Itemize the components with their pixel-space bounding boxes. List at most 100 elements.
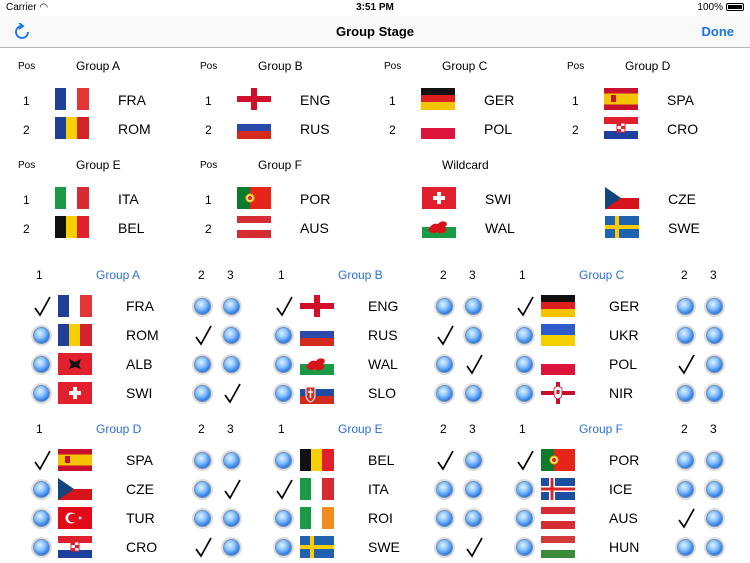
position-radio-button[interactable] xyxy=(436,481,453,498)
checkmark-icon[interactable] xyxy=(194,325,214,347)
position-radio-button[interactable] xyxy=(465,510,482,527)
position-radio-button[interactable] xyxy=(275,539,292,556)
team-code: CZE xyxy=(126,481,154,497)
position-radio-button[interactable] xyxy=(194,385,211,402)
summary-position: 1 xyxy=(23,94,30,108)
position-radio-button[interactable] xyxy=(677,327,694,344)
checkmark-icon[interactable] xyxy=(33,296,53,318)
pos-column-2-header: 2 xyxy=(681,268,688,282)
position-radio-button[interactable] xyxy=(223,452,240,469)
ita-flag-icon xyxy=(55,187,89,209)
position-radio-button[interactable] xyxy=(275,356,292,373)
position-radio-button[interactable] xyxy=(33,539,50,556)
checkmark-icon[interactable] xyxy=(275,296,295,318)
position-radio-button[interactable] xyxy=(706,298,723,315)
position-radio-button[interactable] xyxy=(436,385,453,402)
ger-flag-icon xyxy=(421,88,455,110)
position-radio-button[interactable] xyxy=(275,452,292,469)
checkmark-icon[interactable] xyxy=(275,479,295,501)
position-radio-button[interactable] xyxy=(275,327,292,344)
position-radio-button[interactable] xyxy=(677,452,694,469)
tur-flag-icon xyxy=(58,507,92,529)
pos-column-1-header: 1 xyxy=(519,268,526,282)
summary-position: 2 xyxy=(389,123,396,137)
position-radio-button[interactable] xyxy=(275,385,292,402)
checkmark-icon[interactable] xyxy=(194,537,214,559)
bel-flag-icon xyxy=(300,449,334,471)
done-button[interactable]: Done xyxy=(702,24,735,39)
position-radio-button[interactable] xyxy=(436,510,453,527)
checkmark-icon[interactable] xyxy=(436,325,456,347)
position-radio-button[interactable] xyxy=(436,298,453,315)
position-radio-button[interactable] xyxy=(706,481,723,498)
position-radio-button[interactable] xyxy=(706,539,723,556)
position-radio-button[interactable] xyxy=(516,481,533,498)
position-radio-button[interactable] xyxy=(33,510,50,527)
checkmark-icon[interactable] xyxy=(516,450,536,472)
position-radio-button[interactable] xyxy=(706,327,723,344)
position-radio-button[interactable] xyxy=(194,356,211,373)
position-radio-button[interactable] xyxy=(706,452,723,469)
position-radio-button[interactable] xyxy=(516,510,533,527)
position-radio-button[interactable] xyxy=(436,356,453,373)
position-radio-button[interactable] xyxy=(677,539,694,556)
battery-indicator: 100% xyxy=(697,2,744,13)
checkmark-icon[interactable] xyxy=(677,354,697,376)
team-code: FRA xyxy=(126,298,154,314)
position-radio-button[interactable] xyxy=(516,356,533,373)
pol-flag-icon xyxy=(421,117,455,139)
position-radio-button[interactable] xyxy=(706,385,723,402)
position-radio-button[interactable] xyxy=(516,385,533,402)
team-code: SPA xyxy=(126,452,153,468)
position-radio-button[interactable] xyxy=(223,510,240,527)
spa-flag-icon xyxy=(58,449,92,471)
checkmark-icon[interactable] xyxy=(465,537,485,559)
position-radio-button[interactable] xyxy=(516,327,533,344)
position-radio-button[interactable] xyxy=(33,327,50,344)
checkmark-icon[interactable] xyxy=(223,383,243,405)
position-radio-button[interactable] xyxy=(465,481,482,498)
position-radio-button[interactable] xyxy=(436,539,453,556)
position-radio-button[interactable] xyxy=(465,298,482,315)
team-code: WAL xyxy=(368,356,398,372)
position-radio-button[interactable] xyxy=(706,510,723,527)
checkmark-icon[interactable] xyxy=(223,479,243,501)
position-radio-button[interactable] xyxy=(33,356,50,373)
position-radio-button[interactable] xyxy=(465,385,482,402)
position-radio-button[interactable] xyxy=(465,327,482,344)
checkmark-icon[interactable] xyxy=(677,508,697,530)
position-radio-button[interactable] xyxy=(223,327,240,344)
checkmark-icon[interactable] xyxy=(465,354,485,376)
group-title: Group E xyxy=(338,422,383,436)
position-radio-button[interactable] xyxy=(706,356,723,373)
summary-team-code: ENG xyxy=(300,92,331,108)
pos-column-2-header: 2 xyxy=(198,422,205,436)
position-radio-button[interactable] xyxy=(194,481,211,498)
position-radio-button[interactable] xyxy=(223,539,240,556)
rus-flag-icon xyxy=(300,324,334,346)
position-radio-button[interactable] xyxy=(223,298,240,315)
team-code: AUS xyxy=(609,510,638,526)
position-radio-button[interactable] xyxy=(223,356,240,373)
summary-position: 1 xyxy=(23,193,30,207)
cze-flag-icon xyxy=(58,478,92,500)
position-radio-button[interactable] xyxy=(194,298,211,315)
position-radio-button[interactable] xyxy=(677,481,694,498)
position-radio-button[interactable] xyxy=(677,385,694,402)
team-code: SWI xyxy=(126,385,153,401)
checkmark-icon[interactable] xyxy=(33,450,53,472)
position-radio-button[interactable] xyxy=(33,385,50,402)
cze-flag-icon xyxy=(605,187,639,209)
page-title: Group Stage xyxy=(335,24,414,39)
position-radio-button[interactable] xyxy=(194,452,211,469)
checkmark-icon[interactable] xyxy=(436,450,456,472)
position-radio-button[interactable] xyxy=(677,298,694,315)
checkmark-icon[interactable] xyxy=(516,296,536,318)
position-radio-button[interactable] xyxy=(516,539,533,556)
position-radio-button[interactable] xyxy=(465,452,482,469)
team-code: UKR xyxy=(609,327,639,343)
position-radio-button[interactable] xyxy=(33,481,50,498)
position-radio-button[interactable] xyxy=(275,510,292,527)
roi-flag-icon xyxy=(300,507,334,529)
position-radio-button[interactable] xyxy=(194,510,211,527)
